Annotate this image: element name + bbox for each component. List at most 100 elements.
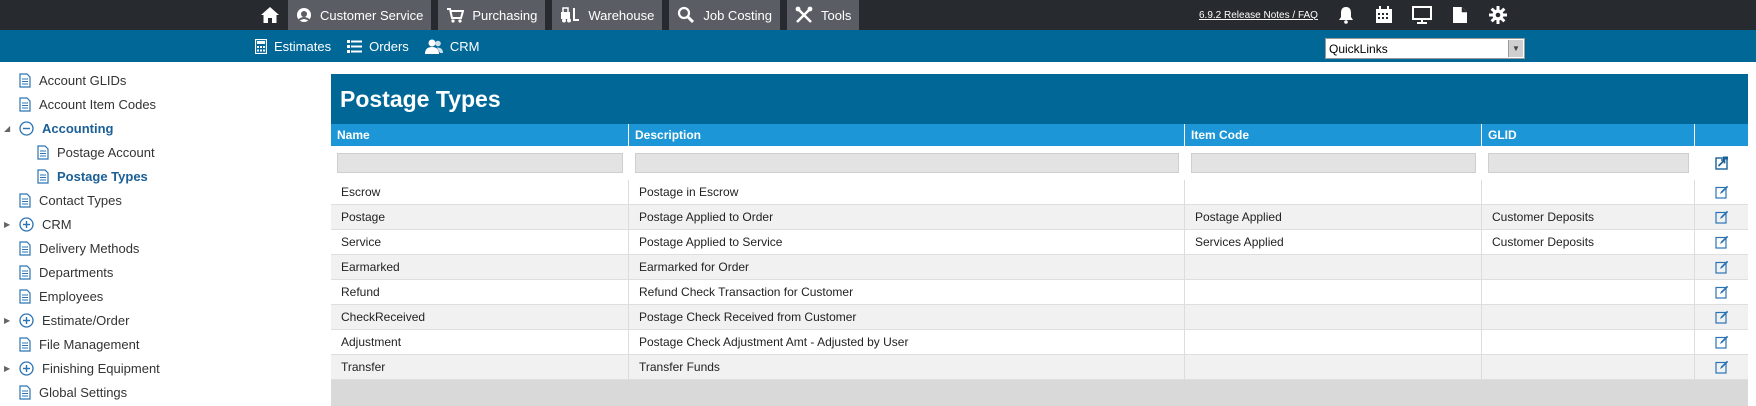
release-notes-link[interactable]: 6.9.2 Release Notes / FAQ [1199,10,1318,21]
sidebar-item-label: Account Item Codes [39,96,157,112]
caret-down-icon[interactable]: ◢ [4,124,10,133]
expand-icon[interactable] [19,216,34,232]
cell-name: Earmarked [331,255,629,279]
edit-button[interactable] [1695,205,1748,229]
table-row[interactable]: Transfer Transfer Funds [331,355,1748,380]
export-icon[interactable] [1714,156,1729,170]
quicklinks-select[interactable]: QuickLinks ▼ [1325,38,1525,59]
documents-button[interactable] [1448,3,1472,27]
table-row[interactable]: Earmarked Earmarked for Order [331,255,1748,280]
sidebar-item-label: Contact Types [39,192,122,208]
sidebar-item-label: Departments [39,264,114,280]
nav-label: Purchasing [472,7,538,23]
cell-name: Adjustment [331,330,629,354]
notifications-button[interactable] [1334,3,1358,27]
filter-cell [1185,146,1482,180]
column-header-name[interactable]: Name [331,124,629,146]
filter-row [331,146,1748,180]
cell-name: Transfer [331,355,629,379]
gear-icon [1488,6,1507,24]
cell-name: Escrow [331,180,629,204]
sidebar-item-departments[interactable]: Departments [19,260,113,284]
expand-icon[interactable] [19,360,34,376]
column-header-glid[interactable]: GLID [1482,124,1695,146]
edit-button[interactable] [1695,280,1748,304]
monitor-button[interactable] [1410,3,1434,27]
sidebar-item-contact-types[interactable]: Contact Types [19,188,122,212]
expand-icon[interactable] [19,312,34,328]
cell-description: Postage in Escrow [629,180,1185,204]
edit-button[interactable] [1695,330,1748,354]
nav-label: Tools [821,7,852,23]
sidebar-item-account-glids[interactable]: Account GLIDs [19,68,126,92]
subnav-label: Orders [369,38,409,54]
top-right-tools: 6.9.2 Release Notes / FAQ [1199,0,1524,30]
sidebar-item-file-management[interactable]: File Management [19,332,139,356]
sidebar-item-postage-account[interactable]: Postage Account [37,140,155,164]
cell-item-code: Postage Applied [1185,205,1482,229]
sidebar-item-postage-types[interactable]: Postage Types [37,164,148,188]
document-icon [19,384,31,400]
edit-icon [1714,235,1728,249]
column-header-description[interactable]: Description [629,124,1185,146]
edit-button[interactable] [1695,305,1748,329]
caret-right-icon[interactable]: ▶ [4,364,10,373]
document-icon [19,336,31,352]
table-row[interactable]: Service Postage Applied to Service Service… [331,230,1748,255]
home-icon [261,7,279,23]
edit-button[interactable] [1695,255,1748,279]
sidebar-item-label: Account GLIDs [39,72,127,88]
subnav-estimates[interactable]: Estimates [255,38,331,54]
filter-description-input[interactable] [635,153,1179,173]
collapse-icon[interactable] [19,120,34,136]
table-row[interactable]: CheckReceived Postage Check Received from… [331,305,1748,330]
calendar-button[interactable] [1372,3,1396,27]
edit-icon [1714,335,1728,349]
sidebar-item-delivery-methods[interactable]: Delivery Methods [19,236,139,260]
document-icon [37,168,49,184]
sidebar: Account GLIDs Account Item Codes ◢ Accounti… [0,68,320,406]
cell-item-code: Services Applied [1185,230,1482,254]
nav-customer-service[interactable]: Customer Service [288,0,432,30]
nav-job-costing[interactable]: Job Costing [669,0,781,30]
cell-glid [1482,180,1695,204]
nav-label: Job Costing [703,7,773,23]
sidebar-item-global-settings[interactable]: Global Settings [19,380,127,404]
sub-nav: Estimates Orders CRM [255,30,495,62]
edit-button[interactable] [1695,355,1748,379]
filter-name-input[interactable] [337,153,623,173]
filter-item-code-input[interactable] [1191,153,1476,173]
nav-warehouse[interactable]: Warehouse [552,0,663,30]
column-header-item-code[interactable]: Item Code [1185,124,1482,146]
table-row[interactable]: Refund Refund Check Transaction for Custo… [331,280,1748,305]
table-row[interactable]: Postage Postage Applied to Order Postage A… [331,205,1748,230]
edit-button[interactable] [1695,180,1748,204]
caret-right-icon[interactable]: ▶ [4,316,10,325]
sidebar-item-account-item-codes[interactable]: Account Item Codes [19,92,156,116]
settings-button[interactable] [1486,3,1510,27]
home-button[interactable] [255,0,285,30]
table-row[interactable]: Escrow Postage in Escrow [331,180,1748,205]
list-icon [347,39,363,53]
nav-label: Warehouse [588,7,655,23]
quicklinks-value: QuickLinks [1329,41,1388,56]
cell-description: Refund Check Transaction for Customer [629,280,1185,304]
sidebar-item-accounting[interactable]: ◢ Accounting [4,116,114,140]
subnav-orders[interactable]: Orders [347,39,409,54]
filter-glid-input[interactable] [1488,153,1689,173]
sidebar-item-employees[interactable]: Employees [19,284,103,308]
nav-tools[interactable]: Tools [787,0,860,30]
sidebar-item-finishing-equipment[interactable]: ▶ Finishing Equipment [4,356,160,380]
edit-button[interactable] [1695,230,1748,254]
nav-label: Customer Service [320,7,424,23]
document-icon [19,288,31,304]
sidebar-item-label: Employees [39,288,104,304]
nav-purchasing[interactable]: Purchasing [438,0,546,30]
sidebar-item-crm[interactable]: ▶ CRM [4,212,72,236]
cell-item-code [1185,355,1482,379]
table-row[interactable]: Adjustment Postage Check Adjustment Amt -… [331,330,1748,355]
document-icon [37,144,49,160]
subnav-crm[interactable]: CRM [424,39,479,54]
caret-right-icon[interactable]: ▶ [4,220,10,229]
sidebar-item-estimate-order[interactable]: ▶ Estimate/Order [4,308,129,332]
